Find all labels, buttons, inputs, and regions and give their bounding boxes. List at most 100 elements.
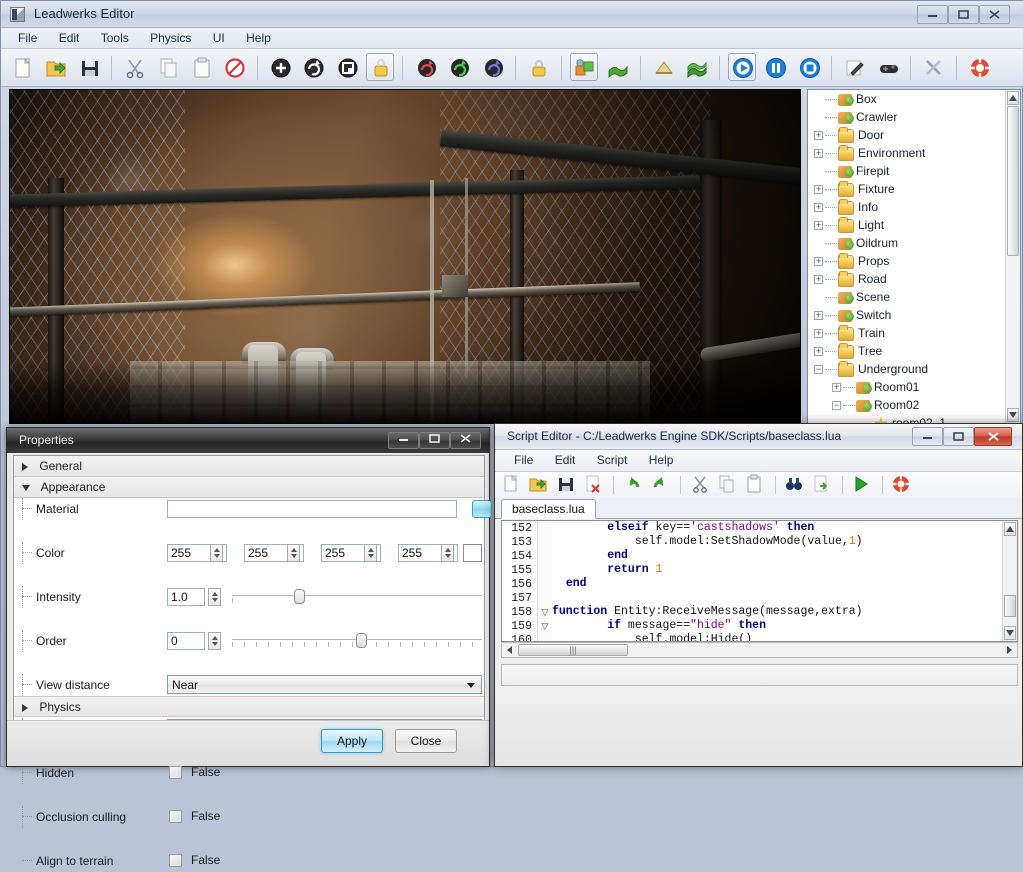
save-disk-icon[interactable] <box>556 474 578 496</box>
expander-plus-icon[interactable]: + <box>814 275 823 284</box>
tree-item-oildrum[interactable]: Oildrum <box>808 234 1020 252</box>
find-binoculars-icon[interactable] <box>784 474 806 496</box>
code-horizontal-scrollbar[interactable]: ||| <box>501 642 1018 658</box>
redo-icon[interactable] <box>650 474 672 496</box>
expander-plus-icon[interactable]: + <box>814 221 823 230</box>
expander-plus-icon[interactable]: + <box>814 347 823 356</box>
code-editor[interactable]: 1521531541551561571581591601611621631641… <box>501 520 1018 642</box>
copy-icon[interactable] <box>717 474 739 496</box>
expander-minus-icon[interactable]: − <box>832 401 841 410</box>
fold-toggle-icon[interactable]: ▽ <box>540 606 550 620</box>
open-folder-icon[interactable] <box>528 474 550 496</box>
stop-icon[interactable] <box>795 53 823 81</box>
intensity-slider[interactable] <box>232 589 482 603</box>
open-folder-icon[interactable] <box>41 53 69 81</box>
run-script-icon[interactable] <box>851 474 873 496</box>
scrollbar-thumb[interactable] <box>1007 106 1019 256</box>
lock-selection-icon[interactable] <box>366 53 394 81</box>
order-stepper[interactable] <box>208 632 221 650</box>
expander-plus-icon[interactable]: + <box>814 185 823 194</box>
expander-minus-icon[interactable]: − <box>814 365 823 374</box>
tree-item-props[interactable]: +Props <box>808 252 1020 270</box>
script-editor-icon[interactable] <box>840 53 868 81</box>
tree-item-switch[interactable]: +Switch <box>808 306 1020 324</box>
occlusion-culling-checkbox[interactable] <box>169 810 182 823</box>
maximize-button[interactable] <box>948 5 979 24</box>
close-file-icon[interactable] <box>583 474 605 496</box>
close-button[interactable] <box>979 5 1010 24</box>
group-header-physics[interactable]: Physics <box>14 696 484 717</box>
pause-icon[interactable] <box>761 53 789 81</box>
script-menu-script[interactable]: Script <box>588 450 637 470</box>
lock-yellow-icon[interactable] <box>524 53 552 81</box>
script-menu-edit[interactable]: Edit <box>546 450 585 470</box>
view-distance-dropdown[interactable]: Near <box>167 675 482 694</box>
tree-item-environment[interactable]: +Environment <box>808 144 1020 162</box>
script-menu-help[interactable]: Help <box>640 450 683 470</box>
align-to-terrain-checkbox[interactable] <box>169 854 182 867</box>
script-maximize-button[interactable] <box>943 427 974 446</box>
cut-scissors-icon[interactable] <box>120 53 148 81</box>
order-input[interactable]: 0 <box>167 632 205 650</box>
code-scroll-down-arrow[interactable] <box>1004 626 1016 640</box>
color-a-stepper[interactable] <box>441 544 454 562</box>
menu-help[interactable]: Help <box>237 28 280 48</box>
new-file-icon[interactable] <box>501 474 523 496</box>
close-properties-button[interactable]: Close <box>395 729 457 753</box>
tree-item-firepit[interactable]: Firepit <box>808 162 1020 180</box>
expander-plus-icon[interactable]: + <box>814 149 823 158</box>
group-header-general[interactable]: General <box>14 456 484 477</box>
goto-line-icon[interactable] <box>811 474 833 496</box>
code-text[interactable]: elseif key=='castshadows' then self.mode… <box>552 521 1001 641</box>
translate-move-icon[interactable] <box>266 53 294 81</box>
intensity-stepper[interactable] <box>208 588 221 606</box>
scroll-up-arrow[interactable] <box>1007 91 1019 105</box>
code-fold-margin[interactable]: ▽▽▽ <box>538 521 552 641</box>
menu-ui[interactable]: UI <box>204 28 234 48</box>
copy-icon[interactable] <box>154 53 182 81</box>
expander-plus-icon[interactable]: + <box>814 203 823 212</box>
tree-item-light[interactable]: +Light <box>808 216 1020 234</box>
menu-tools[interactable]: Tools <box>92 28 138 48</box>
expander-plus-icon[interactable]: + <box>832 383 841 392</box>
expander-plus-icon[interactable]: + <box>814 131 823 140</box>
tree-item-crawler[interactable]: Crawler <box>808 108 1020 126</box>
cut-scissors-icon[interactable] <box>690 474 712 496</box>
script-menu-file[interactable]: File <box>505 450 542 470</box>
tree-item-fixture[interactable]: +Fixture <box>808 180 1020 198</box>
code-scroll-left-arrow[interactable] <box>504 644 514 659</box>
code-scroll-right-arrow[interactable] <box>1005 644 1015 659</box>
undo-icon[interactable] <box>623 474 645 496</box>
expander-plus-icon[interactable]: + <box>814 311 823 320</box>
code-scroll-up-arrow[interactable] <box>1004 522 1016 536</box>
menu-edit[interactable]: Edit <box>50 28 89 48</box>
fold-toggle-icon[interactable]: ▽ <box>540 620 550 634</box>
script-close-button[interactable] <box>974 427 1012 446</box>
vegetation-icon[interactable] <box>682 53 710 81</box>
rotate-x-red-icon[interactable] <box>412 53 440 81</box>
help-lifering-icon[interactable] <box>965 53 993 81</box>
scroll-down-arrow[interactable] <box>1007 408 1019 422</box>
tree-item-scene[interactable]: Scene <box>808 288 1020 306</box>
apply-button[interactable]: Apply <box>321 729 383 753</box>
color-g-stepper[interactable] <box>287 544 300 562</box>
tab-baseclass-lua[interactable]: baseclass.lua <box>501 499 596 519</box>
asset-browser-icon[interactable] <box>570 53 598 81</box>
order-slider-handle[interactable] <box>356 633 367 648</box>
code-vertical-scrollbar[interactable] <box>1002 521 1017 641</box>
save-disk-icon[interactable] <box>75 53 103 81</box>
scene-tree-panel[interactable]: BoxCrawler+Door+EnvironmentFirepit+Fixtu… <box>807 89 1021 424</box>
intensity-input[interactable]: 1.0 <box>167 588 205 606</box>
code-scrollbar-thumb[interactable] <box>1004 595 1016 617</box>
tree-item-door[interactable]: +Door <box>808 126 1020 144</box>
tree-item-room01[interactable]: +Room01 <box>808 378 1020 396</box>
expander-plus-icon[interactable]: + <box>814 257 823 266</box>
properties-maximize-button[interactable] <box>419 432 450 449</box>
terrain-paint-icon[interactable] <box>649 53 677 81</box>
help-lifering-icon[interactable] <box>891 474 913 496</box>
properties-minimize-button[interactable] <box>388 432 419 449</box>
intensity-slider-handle[interactable] <box>294 589 305 604</box>
order-slider[interactable] <box>232 633 482 647</box>
rotate-z-blue-icon[interactable] <box>479 53 507 81</box>
scale-icon[interactable] <box>333 53 361 81</box>
